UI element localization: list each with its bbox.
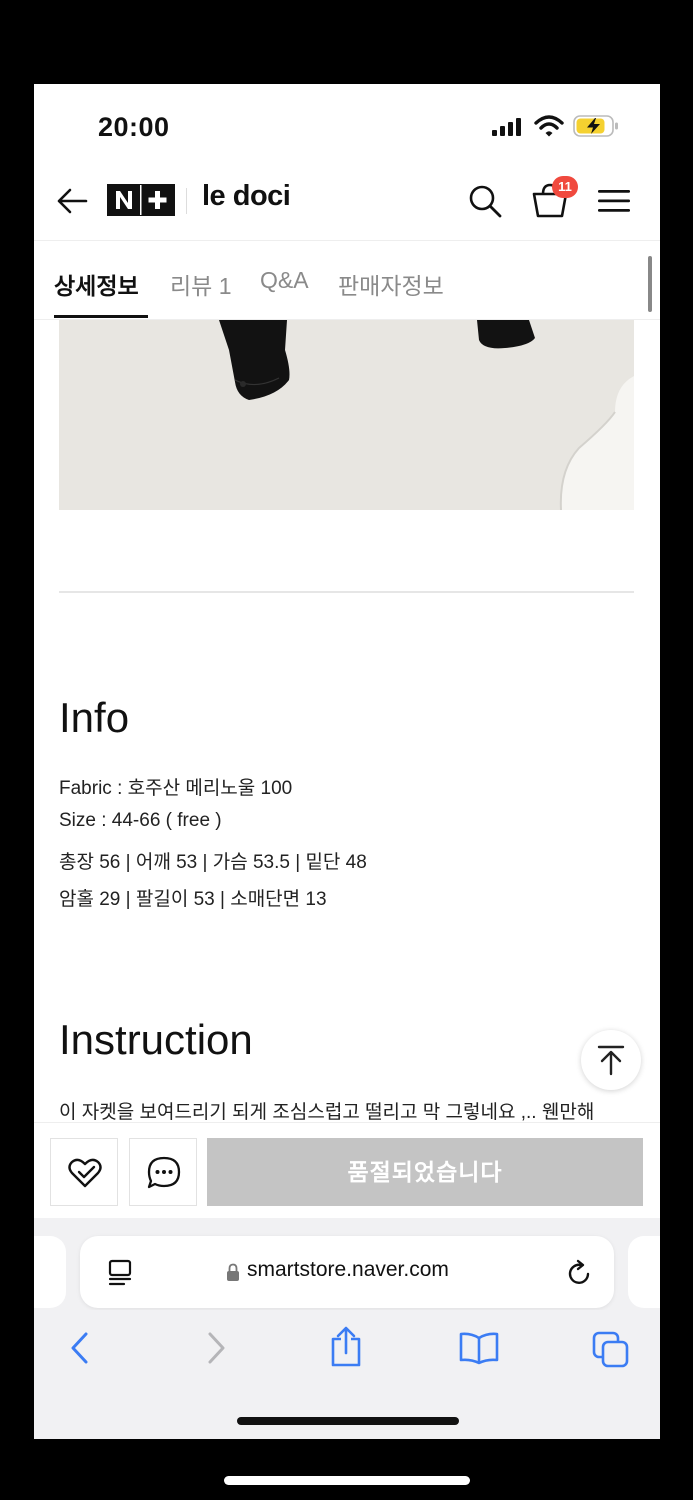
browser-address-area: smartstore.naver.com (34, 1218, 660, 1310)
phone-screen: 20:00 le doci 11 상세정보 리뷰 1 Q&A 판매자정보 Inf… (34, 84, 660, 1439)
battery-charging-icon (573, 115, 618, 137)
status-time: 20:00 (98, 112, 170, 142)
info-size: Size : 44-66 ( free ) (59, 810, 222, 831)
talk-inquiry-button[interactable] (129, 1138, 197, 1206)
store-header: le doci 11 (34, 164, 660, 241)
instruction-text: 이 자켓을 보여드리기 되게 조심스럽고 떨리고 막 그렇네요 ,.. 웬만해 (59, 1102, 595, 1123)
arrow-up-icon (597, 1045, 625, 1076)
search-icon[interactable] (466, 182, 504, 220)
share-icon[interactable] (328, 1326, 364, 1368)
info-measurements-1: 총장 56 | 어깨 53 | 가슴 53.5 | 밑단 48 (59, 852, 367, 873)
bookmarks-book-icon[interactable] (457, 1330, 501, 1366)
page-scrollbar[interactable] (648, 256, 652, 312)
naver-plus-logo[interactable] (107, 184, 175, 216)
device-home-indicator (224, 1476, 470, 1485)
info-fabric: Fabric : 호주산 메리노울 100 (59, 778, 293, 799)
heart-check-icon (68, 1158, 102, 1188)
product-photo (59, 320, 634, 510)
cart-count-badge: 11 (552, 176, 578, 198)
info-heading: Info (59, 694, 130, 741)
browser-forward-icon[interactable] (202, 1330, 230, 1366)
section-divider (59, 591, 634, 593)
url-text[interactable]: smartstore.naver.com (247, 1258, 449, 1282)
tab-details[interactable]: 상세정보 (54, 267, 139, 301)
address-bar[interactable]: smartstore.naver.com (80, 1236, 614, 1308)
chat-bubble-icon (147, 1156, 181, 1189)
tab-seller-info[interactable]: 판매자정보 (338, 267, 444, 301)
scroll-to-top-button[interactable] (581, 1030, 641, 1090)
wifi-icon (534, 115, 564, 137)
active-tab-indicator (54, 315, 148, 318)
soldout-button[interactable]: 품절되었습니다 (207, 1138, 643, 1206)
previous-tab-peek[interactable] (34, 1236, 66, 1308)
tab-qna[interactable]: Q&A (260, 267, 309, 294)
reader-page-icon[interactable] (106, 1258, 134, 1288)
jacket-sleeve-image (59, 320, 634, 510)
info-measurements-2: 암홀 29 | 팔길이 53 | 소매단면 13 (59, 889, 327, 910)
tab-reviews[interactable]: 리뷰 1 (170, 267, 232, 301)
header-divider (186, 188, 187, 214)
hamburger-menu-icon[interactable] (596, 186, 632, 216)
tabs-overview-icon[interactable] (591, 1330, 631, 1370)
detail-tabs: 상세정보 리뷰 1 Q&A 판매자정보 (34, 241, 660, 320)
home-indicator (237, 1417, 459, 1425)
wishlist-button[interactable] (50, 1138, 118, 1206)
reload-icon[interactable] (566, 1258, 594, 1288)
browser-toolbar (34, 1310, 660, 1439)
next-tab-peek[interactable] (628, 1236, 660, 1308)
instruction-heading: Instruction (59, 1016, 253, 1063)
cellular-signal-icon (492, 118, 521, 136)
store-name[interactable]: le doci (202, 180, 291, 213)
lock-icon (227, 1263, 239, 1281)
purchase-action-bar: 품절되었습니다 (34, 1122, 660, 1219)
back-arrow-icon[interactable] (54, 184, 90, 218)
status-bar: 20:00 (34, 84, 660, 164)
browser-back-icon[interactable] (66, 1330, 94, 1366)
